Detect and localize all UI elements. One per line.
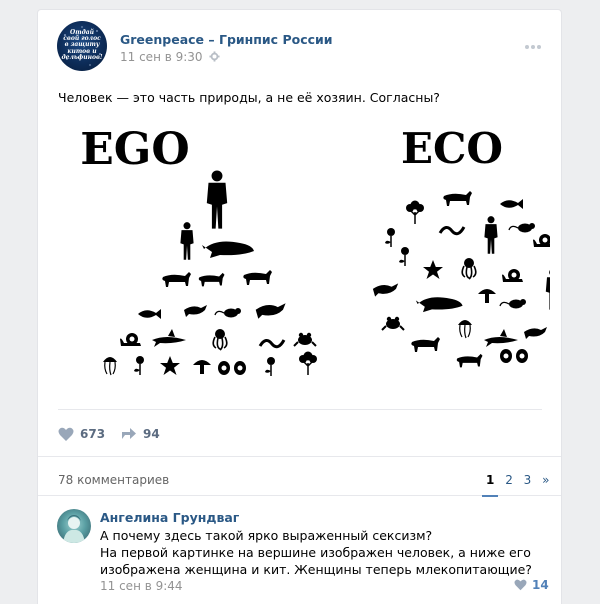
ego-title: EGO	[80, 124, 189, 175]
share-count: 94	[143, 427, 160, 441]
page-next[interactable]: »	[542, 473, 549, 487]
comment-avatar-figure	[63, 515, 85, 543]
comment-like-count: 14	[532, 578, 549, 592]
comments-count: 78 комментариев	[58, 473, 170, 487]
heart-icon	[514, 579, 527, 591]
eco-circle	[372, 191, 550, 368]
eco-title: ECO	[401, 124, 503, 173]
ego-pyramid	[102, 170, 318, 377]
comments-header: 78 комментариев 1 2 3 »	[38, 456, 561, 497]
share-icon	[122, 428, 136, 439]
avatar-text: Отдай свой голос в защиту китов и дельфи…	[61, 29, 103, 61]
page-2[interactable]: 2	[505, 473, 513, 487]
comment-line: изображена женщина и кит. Женщины теперь…	[100, 562, 532, 577]
post-header: Отдай свой голос в защиту китов и дельфи…	[38, 10, 561, 76]
post-text: Человек — это часть природы, а не её хоз…	[58, 90, 440, 105]
like-count: 673	[80, 427, 106, 441]
gear-icon	[209, 51, 220, 62]
comment-item: Ангелина Грундваг А почему здесь такой я…	[38, 500, 561, 600]
post-card: Отдай свой голос в защиту китов и дельфи…	[38, 10, 561, 604]
share-button[interactable]: 94	[121, 424, 160, 444]
comment-text: А почему здесь такой ярко выраженный сек…	[100, 527, 540, 578]
comment-line: На первой картинке на вершине изображен …	[100, 545, 531, 560]
comment-line: А почему здесь такой ярко выраженный сек…	[100, 528, 433, 543]
heart-icon	[58, 427, 74, 441]
comment-author-link[interactable]: Ангелина Грундваг	[100, 510, 239, 525]
more-icon[interactable]	[525, 37, 545, 49]
like-button[interactable]: 673	[58, 424, 105, 444]
comments-pager: 1 2 3 »	[481, 473, 556, 497]
actions-divider	[58, 409, 542, 410]
comment-avatar[interactable]	[57, 509, 91, 543]
post-meta: 11 сен в 9:30	[120, 50, 220, 64]
post-author-link[interactable]: Greenpeace – Гринпис России	[120, 32, 333, 47]
page-1[interactable]: 1	[481, 473, 499, 497]
ego-eco-image[interactable]: EGO ECO	[60, 118, 550, 382]
page-3[interactable]: 3	[524, 473, 532, 487]
community-avatar[interactable]: Отдай свой голос в защиту китов и дельфи…	[57, 21, 107, 71]
post-date[interactable]: 11 сен в 9:30	[120, 50, 203, 64]
comment-date[interactable]: 11 сен в 9:44	[100, 579, 183, 593]
comment-like-button[interactable]: 14	[514, 577, 549, 593]
